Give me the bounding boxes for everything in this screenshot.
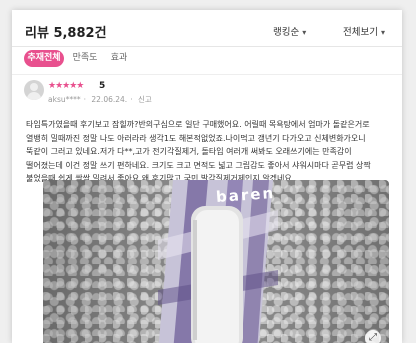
rating-value: 5 [99, 81, 106, 91]
expand-icon[interactable]: ⤢ [365, 330, 381, 343]
header-divider [12, 46, 402, 47]
tab-satisfaction[interactable]: 만족도 [68, 50, 102, 67]
tab-effect[interactable]: 효과 [106, 50, 132, 67]
review-date: 22.06.24. [91, 95, 128, 104]
tab-all[interactable]: 추재전체 [24, 50, 64, 67]
view-label: 전체보기 [343, 27, 378, 38]
star-rating: ★★★★★ [48, 81, 84, 91]
review-header: 리뷰 5,882건 랭킹순 ▾ 전체보기 ▾ [25, 22, 392, 42]
meta-separator: · [83, 95, 86, 104]
sort-label: 랭킹순 [273, 27, 300, 38]
review-count: 리뷰 5,882건 [25, 26, 107, 41]
view-filter-dropdown[interactable]: 전체보기 ▾ [343, 24, 385, 38]
review-card: 리뷰 5,882건 랭킹순 ▾ 전체보기 ▾ 추재전체 만족도 효과 ★★★★★ 5… [12, 10, 402, 343]
user-avatar-icon [24, 80, 44, 100]
review-author: aksu**** [48, 95, 81, 104]
sort-dropdown[interactable]: 랭킹순 ▾ [273, 24, 306, 38]
report-link[interactable]: 신고 [138, 95, 152, 104]
review-meta: aksu**** · 22.06.24. · 신고 [48, 94, 155, 105]
review-photo[interactable]: baren ⤢ [43, 180, 389, 343]
review-text: 타임특가였을때 후기보고 잠힐까?반의구심으로 일단 구매했어요. 어릴때 목욕… [26, 120, 371, 183]
chevron-down-icon: ▾ [302, 28, 307, 37]
chevron-down-icon: ▾ [380, 28, 385, 37]
meta-separator: · [130, 95, 133, 104]
tabs-divider [12, 74, 402, 75]
